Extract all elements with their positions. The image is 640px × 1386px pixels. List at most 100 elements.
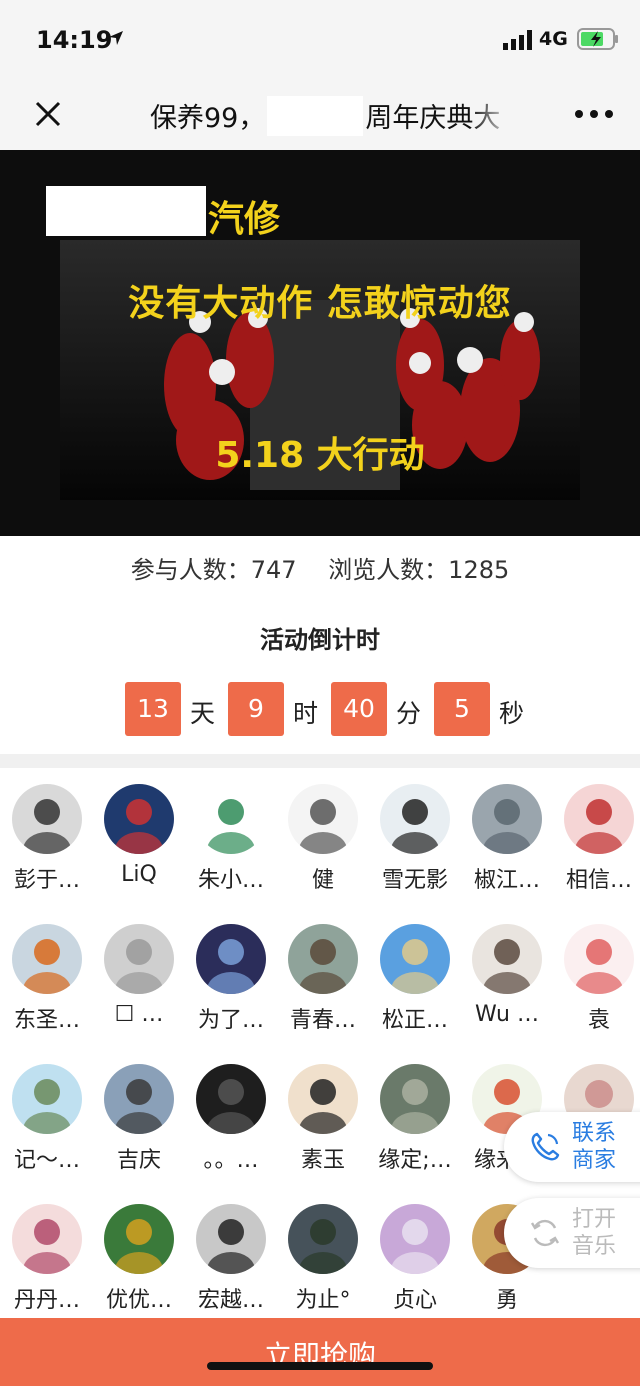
redaction-box <box>46 186 206 236</box>
page-title: 保养99， 周年庆典大 <box>150 96 512 136</box>
signal-icon <box>503 30 532 50</box>
contact-line1: 联系 <box>572 1121 617 1146</box>
participant-item[interactable]: 彭于… <box>1 768 93 908</box>
participant-name: 缘定;… <box>378 1148 452 1173</box>
close-icon[interactable] <box>30 96 66 132</box>
participant-item[interactable]: 东圣… <box>1 908 93 1048</box>
avatar[interactable] <box>288 784 358 854</box>
avatar[interactable] <box>12 1064 82 1134</box>
home-indicator <box>207 1362 433 1370</box>
avatar[interactable] <box>472 924 542 994</box>
participant-name: 优优… <box>105 1288 172 1313</box>
participants-count: 参与人数：747 <box>130 556 297 584</box>
page-title-start: 保养99， <box>150 103 266 134</box>
participant-name: 朱小… <box>197 868 264 893</box>
countdown-days-unit: 天 <box>190 699 216 728</box>
avatar[interactable] <box>288 924 358 994</box>
participant-name: 为止° <box>295 1288 351 1313</box>
stats-row: 参与人数：747 浏览人数：1285 <box>0 550 640 585</box>
location-arrow-icon <box>109 31 123 45</box>
participant-item[interactable]: 朱小… <box>185 768 277 908</box>
status-bar: 14:19 4G <box>0 0 640 78</box>
participant-name: 彭于… <box>13 868 80 893</box>
contact-merchant-label: 联系 商家 <box>572 1120 628 1174</box>
avatar[interactable] <box>196 1204 266 1274</box>
avatar[interactable] <box>104 1064 174 1134</box>
participant-item[interactable]: ☐ … <box>93 908 185 1048</box>
countdown-minutes-unit: 分 <box>396 699 422 728</box>
participant-item[interactable]: 为止° <box>277 1188 369 1328</box>
avatar[interactable] <box>12 924 82 994</box>
avatar[interactable] <box>196 1064 266 1134</box>
avatar[interactable] <box>472 784 542 854</box>
countdown-minutes: 40 <box>331 682 387 736</box>
participant-item[interactable]: 缘定;… <box>369 1048 461 1188</box>
banner-slogan: 没有大动作 怎敢惊动您 <box>128 283 512 324</box>
avatar[interactable] <box>104 1204 174 1274</box>
participant-name: 勇 <box>495 1288 518 1313</box>
participant-name: LiQ <box>121 862 157 887</box>
open-music-label: 打开 音乐 <box>572 1206 628 1260</box>
participant-name: 为了… <box>197 1008 264 1033</box>
avatar[interactable] <box>380 1064 450 1134</box>
network-type: 4G <box>539 28 568 50</box>
refresh-icon <box>530 1219 560 1247</box>
nav-bar: 保养99， 周年庆典大 <box>0 78 640 150</box>
participant-item[interactable]: 。。… <box>185 1048 277 1188</box>
status-time: 14:19 <box>36 26 113 54</box>
participant-name: 宏越… <box>197 1288 264 1313</box>
participant-name: Wu … <box>475 1002 539 1027</box>
contact-line2: 商家 <box>572 1148 617 1173</box>
contact-merchant-button[interactable]: 联系 商家 <box>504 1112 640 1182</box>
participant-item[interactable]: 优优… <box>93 1188 185 1328</box>
participant-item[interactable]: 袁 <box>553 908 640 1048</box>
title-fade <box>470 92 514 140</box>
participant-item[interactable]: 宏越… <box>185 1188 277 1328</box>
participant-item[interactable]: LiQ <box>93 768 185 908</box>
participant-item[interactable]: 吉庆 <box>93 1048 185 1188</box>
participant-item[interactable]: 椒江… <box>461 768 553 908</box>
participant-item[interactable]: 贞心 <box>369 1188 461 1328</box>
avatar[interactable] <box>12 1204 82 1274</box>
participant-item[interactable]: 相信… <box>553 768 640 908</box>
avatar[interactable] <box>104 924 174 994</box>
participant-item[interactable]: 丹丹… <box>1 1188 93 1328</box>
music-line2: 音乐 <box>572 1234 617 1259</box>
avatar[interactable] <box>196 784 266 854</box>
banner-brand: 汽修 <box>208 199 281 240</box>
avatar[interactable] <box>288 1204 358 1274</box>
participant-name: 松正… <box>381 1008 448 1033</box>
open-music-button[interactable]: 打开 音乐 <box>504 1198 640 1268</box>
participant-name: 吉庆 <box>116 1148 161 1173</box>
participant-item[interactable]: 健 <box>277 768 369 908</box>
avatar[interactable] <box>564 784 634 854</box>
participant-name: 椒江… <box>473 868 540 893</box>
participant-item[interactable]: 素玉 <box>277 1048 369 1188</box>
promo-banner[interactable]: 汽修 没有大动作 怎敢惊动您 5.18 大行动 <box>0 150 640 536</box>
countdown-title: 活动倒计时 <box>260 626 380 654</box>
countdown-days: 13 <box>125 682 181 736</box>
avatar[interactable] <box>380 784 450 854</box>
avatar[interactable] <box>380 1204 450 1274</box>
participant-item[interactable]: 记～… <box>1 1048 93 1188</box>
participant-item[interactable]: 雪无影 <box>369 768 461 908</box>
more-icon[interactable] <box>572 100 616 128</box>
avatar[interactable] <box>380 924 450 994</box>
participant-item[interactable]: 松正… <box>369 908 461 1048</box>
buy-now-button[interactable]: 立即抢购 <box>0 1318 640 1386</box>
participant-name: 相信… <box>565 868 632 893</box>
phone-icon <box>531 1132 560 1161</box>
participant-name: 健 <box>311 868 334 893</box>
avatar[interactable] <box>12 784 82 854</box>
participant-name: 雪无影 <box>381 868 448 893</box>
participant-item[interactable]: Wu … <box>461 908 553 1048</box>
participant-item[interactable]: 为了… <box>185 908 277 1048</box>
participant-name: 记～… <box>13 1148 80 1173</box>
avatar[interactable] <box>564 924 634 994</box>
participant-item[interactable]: 青春… <box>277 908 369 1048</box>
participant-name: 。。… <box>203 1148 259 1173</box>
avatar[interactable] <box>196 924 266 994</box>
avatar[interactable] <box>104 784 174 854</box>
countdown-seconds-unit: 秒 <box>499 699 525 728</box>
avatar[interactable] <box>288 1064 358 1134</box>
